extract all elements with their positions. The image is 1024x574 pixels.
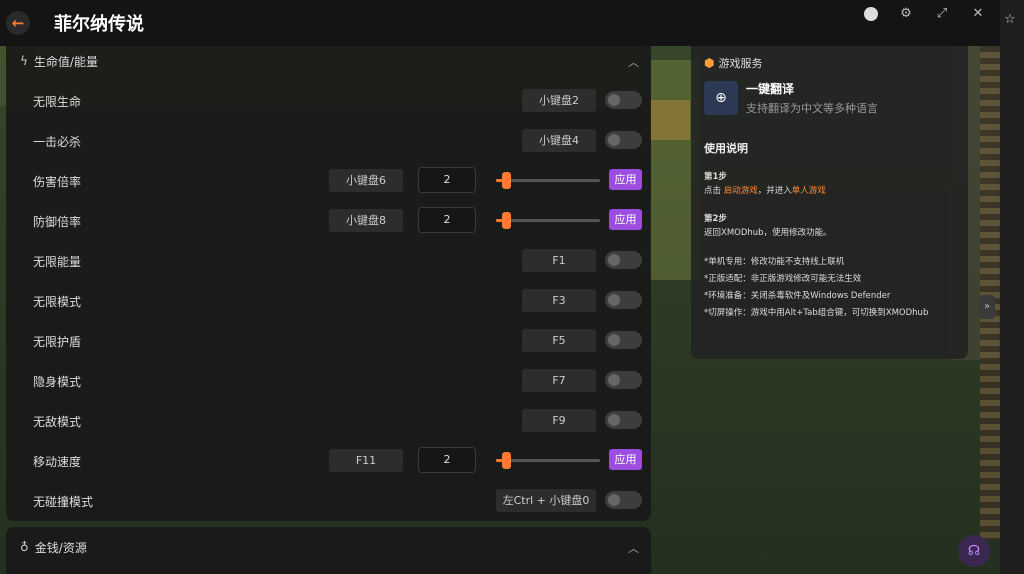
collapse-chevron-icon[interactable]: ︿	[628, 540, 639, 556]
launch-game-link[interactable]: 启动游戏	[724, 186, 758, 196]
cheat-row: 无限能量 F1	[6, 240, 651, 280]
lightning-icon: ϟ	[20, 54, 28, 68]
translate-button[interactable]: ⊕ 一键翻译 支持翻译为中文等多种语言	[704, 80, 955, 116]
chevron-right-icon: »	[983, 301, 991, 312]
cheat-label: 防御倍率	[33, 215, 82, 229]
slider-handle[interactable]	[502, 212, 512, 229]
cheat-row: 一击必杀 小键盘4	[6, 120, 651, 160]
cheat-row: 隐身模式 F7	[6, 360, 651, 400]
value-slider[interactable]	[496, 212, 600, 229]
cheat-row: 无限护盾 F5	[6, 320, 651, 360]
hotkey-button[interactable]: 小键盘4	[522, 129, 596, 152]
hotkey-button[interactable]: 小键盘8	[329, 209, 403, 232]
hotkey-button[interactable]: F9	[522, 409, 596, 432]
hotkey-button[interactable]: 小键盘6	[329, 169, 403, 192]
headset-icon: ☊	[967, 543, 981, 559]
hotkey-button[interactable]: F3	[522, 289, 596, 312]
section-title: 金钱/资源	[34, 540, 87, 555]
cube-icon: ⬢	[704, 56, 715, 70]
translate-title: 一键翻译	[746, 82, 795, 96]
toggle-switch[interactable]	[605, 371, 642, 389]
cheat-label: 无敌模式	[33, 415, 82, 429]
hotkey-button[interactable]: 小键盘2	[522, 89, 596, 112]
toggle-switch[interactable]	[605, 131, 642, 149]
toggle-switch[interactable]	[605, 91, 642, 109]
cheat-label: 隐身模式	[33, 375, 82, 389]
toggle-switch[interactable]	[605, 491, 642, 509]
back-arrow-icon: ←	[11, 14, 25, 32]
service-header: ⬢ 游戏服务	[704, 56, 763, 70]
notification-icon[interactable]	[864, 7, 878, 21]
hotkey-button[interactable]: F5	[522, 329, 596, 352]
cheat-row: 防御倍率 小键盘8 2 应用	[6, 200, 651, 240]
collapse-chevron-icon[interactable]: ︿	[628, 54, 639, 70]
download-circle-icon: ⊕	[704, 81, 738, 115]
game-service-panel: ⬢ 游戏服务 ⊕ 一键翻译 支持翻译为中文等多种语言 使用说明 第1步 点击 启…	[691, 46, 968, 359]
expand-icon[interactable]: ⤢	[934, 6, 950, 22]
apply-button[interactable]: 应用	[609, 209, 642, 230]
hotkey-button[interactable]: 左Ctrl + 小键盘0	[496, 489, 596, 512]
cheat-panel-health-energy: ϟ 生命值/能量 ︿ 无限生命 小键盘2 一击必杀 小键盘4 伤害倍率 小键盘6 2 应用 防御…	[6, 46, 651, 521]
money-bag-icon: ♁	[20, 540, 29, 554]
cheat-label: 无限生命	[33, 95, 82, 109]
cheat-label: 无限护盾	[33, 335, 82, 349]
value-input[interactable]: 2	[418, 207, 476, 233]
cheat-label: 一击必杀	[33, 135, 82, 149]
value-slider[interactable]	[496, 452, 600, 469]
cheat-row: 无限模式 F3	[6, 280, 651, 320]
back-button[interactable]: ←	[6, 11, 30, 35]
slider-handle[interactable]	[502, 172, 512, 189]
cheat-label: 无限能量	[33, 255, 82, 269]
cheat-row: 无敌模式 F9	[6, 400, 651, 440]
cheat-label: 无限模式	[33, 295, 82, 309]
cheat-label: 伤害倍率	[33, 175, 82, 189]
toggle-switch[interactable]	[605, 331, 642, 349]
section-header-money[interactable]: ♁ 金钱/资源 ︿	[6, 527, 651, 567]
hotkey-button[interactable]: F11	[329, 449, 403, 472]
settings-gear-icon[interactable]: ⚙	[898, 6, 914, 22]
toggle-switch[interactable]	[605, 411, 642, 429]
cheat-row: 无碰撞模式 左Ctrl + 小键盘0	[6, 480, 651, 520]
slider-handle[interactable]	[502, 452, 512, 469]
section-title: 生命值/能量	[33, 54, 98, 69]
value-input[interactable]: 2	[418, 167, 476, 193]
expand-panel-button[interactable]: »	[979, 295, 995, 319]
value-input[interactable]: 2	[418, 447, 476, 473]
cheat-row: 无限生命 小键盘2	[6, 80, 651, 120]
title-bar: ← 菲尔纳传说 ⚙ ⤢ ✕	[0, 0, 1000, 46]
cheat-label: 无碰撞模式	[33, 495, 94, 509]
value-slider[interactable]	[496, 172, 600, 189]
game-title: 菲尔纳传说	[54, 14, 144, 35]
star-icon[interactable]: ☆	[1004, 12, 1016, 27]
step-2: 第2步 返回XMODhub，使用修改功能。	[704, 214, 832, 238]
close-icon[interactable]: ✕	[970, 6, 986, 22]
browser-side-strip: ☆	[1000, 0, 1024, 574]
apply-button[interactable]: 应用	[609, 449, 642, 470]
support-button[interactable]: ☊	[958, 535, 990, 567]
cheat-label: 移动速度	[33, 455, 82, 469]
translate-desc: 支持翻译为中文等多种语言	[746, 102, 878, 115]
usage-title: 使用说明	[704, 142, 748, 155]
section-header-health[interactable]: ϟ 生命值/能量 ︿	[6, 46, 651, 76]
cheat-row: 移动速度 F11 2 应用	[6, 440, 651, 480]
apply-button[interactable]: 应用	[609, 169, 642, 190]
single-player-link[interactable]: 单人游戏	[792, 186, 826, 196]
cheat-panel-money: ♁ 金钱/资源 ︿	[6, 527, 651, 574]
cheat-row: 伤害倍率 小键盘6 2 应用	[6, 160, 651, 200]
step-1: 第1步 点击 启动游戏，并进入单人游戏	[704, 172, 826, 196]
toggle-switch[interactable]	[605, 291, 642, 309]
hotkey-button[interactable]: F1	[522, 249, 596, 272]
toggle-switch[interactable]	[605, 251, 642, 269]
hotkey-button[interactable]: F7	[522, 369, 596, 392]
notes: *单机专用：修改功能不支持线上联机 *正版适配：非正版游戏修改可能无法生效 *环…	[704, 257, 929, 318]
